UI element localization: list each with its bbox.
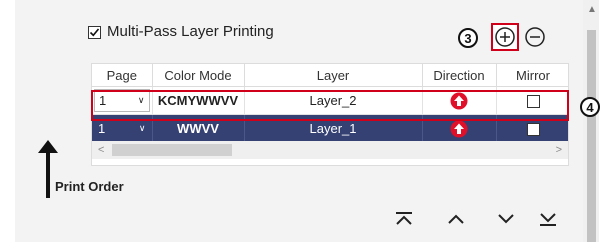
callout-number-badge: 4 xyxy=(580,97,600,117)
move-bottom-icon xyxy=(540,213,556,226)
column-header-page[interactable]: Page xyxy=(92,64,153,87)
column-header-color-mode[interactable]: Color Mode xyxy=(152,64,245,87)
horizontal-scrollbar[interactable]: < > xyxy=(92,141,568,159)
scroll-up-icon[interactable]: ▲ xyxy=(587,4,597,15)
move-to-bottom-button[interactable] xyxy=(535,206,561,232)
multipass-checkbox[interactable] xyxy=(88,26,101,39)
check-icon xyxy=(89,28,100,37)
scroll-left-icon[interactable]: < xyxy=(98,144,104,156)
multipass-label: Multi-Pass Layer Printing xyxy=(107,23,274,40)
mirror-checkbox[interactable] xyxy=(526,123,540,137)
column-header-mirror[interactable]: Mirror xyxy=(496,64,568,87)
remove-layer-button[interactable] xyxy=(523,25,547,49)
scrollbar-thumb[interactable] xyxy=(587,30,596,242)
add-layer-button[interactable] xyxy=(491,23,519,51)
row-highlight-box xyxy=(91,90,569,121)
scrollbar-thumb[interactable] xyxy=(112,144,232,156)
minus-circle-icon xyxy=(525,27,545,47)
page-select-value: 1 xyxy=(98,121,106,136)
column-header-direction[interactable]: Direction xyxy=(422,64,497,87)
print-order-label: Print Order xyxy=(55,179,124,194)
move-up-button[interactable] xyxy=(443,206,469,232)
callout-number-badge: 3 xyxy=(458,28,478,48)
move-down-button[interactable] xyxy=(493,206,519,232)
chevron-down-icon xyxy=(498,214,514,224)
column-header-layer[interactable]: Layer xyxy=(244,64,423,87)
vertical-scrollbar[interactable]: ▲ xyxy=(583,0,599,242)
move-top-icon xyxy=(396,212,412,225)
scroll-right-icon[interactable]: > xyxy=(556,144,562,156)
page-select[interactable]: 1 ∨ xyxy=(94,118,150,139)
move-to-top-button[interactable] xyxy=(391,206,417,232)
plus-circle-icon xyxy=(495,27,515,47)
arrow-up-circle-icon[interactable] xyxy=(450,120,468,138)
chevron-down-icon: ∨ xyxy=(138,123,146,133)
color-mode-value: WWVV xyxy=(177,121,219,136)
chevron-up-icon xyxy=(448,214,464,224)
table-header-row: Page Color Mode Layer Direction Mirror xyxy=(92,64,568,87)
